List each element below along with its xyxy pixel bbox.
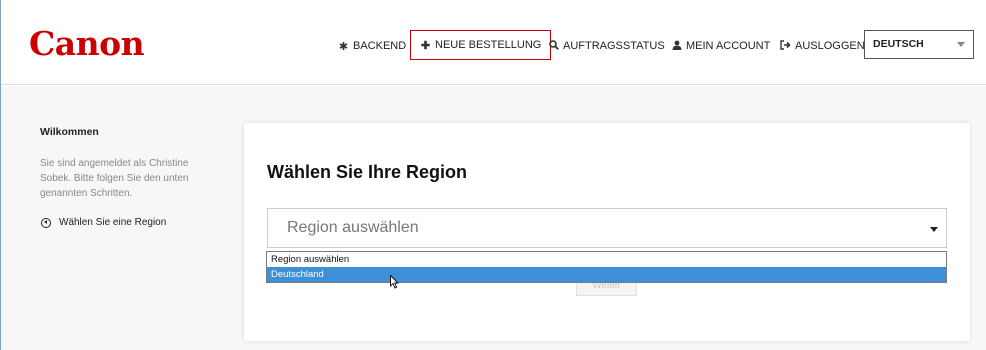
nav-order-status-label: AUFTRAGSSTATUS	[563, 40, 665, 52]
nav-order-status-link[interactable]: AUFTRAGSSTATUS	[548, 38, 665, 54]
app-window: Canon ✱ BACKEND ✚ NEUE BESTELLUNG AUFTRA…	[0, 0, 986, 350]
dropdown-option-region-auswaehlen[interactable]: Region auswählen	[267, 252, 946, 267]
nav-logout-label: AUSLOGGEN	[795, 40, 865, 52]
sidebar-step-item[interactable]: Wählen Sie eine Region	[41, 217, 166, 228]
plus-icon: ✚	[420, 39, 431, 52]
nav-backend-label: BACKEND	[353, 40, 407, 52]
region-select[interactable]: Region auswählen	[267, 208, 947, 248]
user-icon	[671, 40, 682, 53]
region-dropdown-list: Region auswählen Deutschland	[266, 251, 947, 283]
dropdown-option-deutschland[interactable]: Deutschland	[267, 267, 946, 282]
search-icon	[548, 39, 559, 53]
top-navigation-bar: Canon ✱ BACKEND ✚ NEUE BESTELLUNG AUFTRA…	[1, 0, 986, 85]
nav-new-order-link[interactable]: ✚ NEUE BESTELLUNG	[410, 30, 552, 60]
mouse-cursor-icon	[390, 275, 400, 289]
nav-new-order-label: NEUE BESTELLUNG	[435, 39, 542, 51]
nav-logout-link[interactable]: AUSLOGGEN	[780, 38, 865, 54]
asterisk-icon: ✱	[338, 40, 349, 53]
page-title: Wählen Sie Ihre Region	[267, 162, 468, 182]
language-select-value: DEUTSCH	[873, 38, 924, 50]
nav-backend-link[interactable]: ✱ BACKEND	[338, 38, 406, 54]
circle-arrow-left-icon	[41, 217, 51, 228]
sidebar-title: Wilkommen	[40, 126, 99, 138]
canon-logo[interactable]: Canon	[29, 24, 145, 63]
region-select-value: Region auswählen	[287, 219, 419, 236]
language-select[interactable]: DEUTSCH	[864, 30, 974, 59]
sidebar-description: Sie sind angemeldet als Christine Sobek.…	[40, 158, 189, 199]
caret-down-icon	[930, 227, 938, 232]
chevron-down-icon	[957, 42, 965, 47]
region-card: Wählen Sie Ihre Region Region auswählen …	[244, 123, 970, 341]
nav-my-account-label: MEIN ACCOUNT	[686, 40, 771, 52]
sidebar-step-label: Wählen Sie eine Region	[59, 217, 167, 228]
nav-my-account-link[interactable]: MEIN ACCOUNT	[671, 38, 770, 54]
sign-out-icon	[780, 39, 791, 53]
